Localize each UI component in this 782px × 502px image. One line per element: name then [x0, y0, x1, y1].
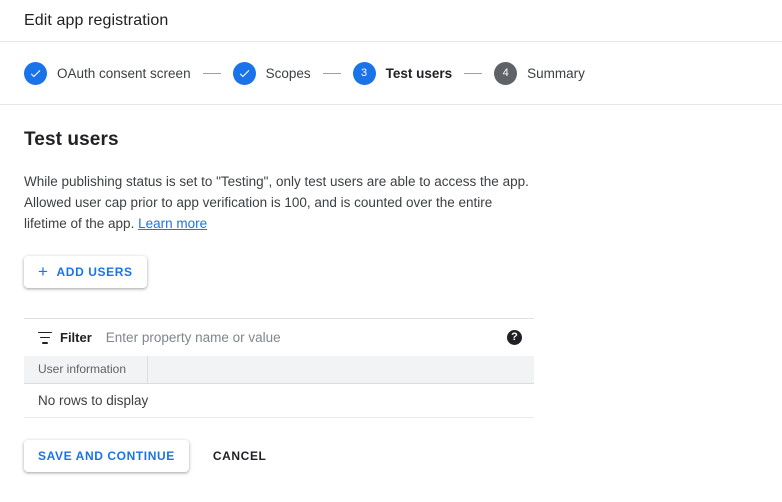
help-circle-icon[interactable]: ?	[507, 330, 522, 345]
stepper-step-summary[interactable]: 4 Summary	[494, 61, 585, 85]
filter-icon[interactable]	[38, 331, 52, 344]
stepper-label-summary: Summary	[527, 65, 585, 81]
empty-state-message: No rows to display	[24, 383, 534, 418]
cancel-button[interactable]: CANCEL	[203, 440, 277, 472]
stepper-label-oauth-consent-screen: OAuth consent screen	[57, 65, 191, 81]
column-header-empty	[147, 356, 534, 384]
section-title: Test users	[24, 129, 119, 150]
check-icon	[232, 61, 256, 85]
learn-more-link[interactable]: Learn more	[138, 216, 207, 231]
stepper-label-test-users: Test users	[385, 65, 453, 81]
add-users-button[interactable]: + ADD USERS	[24, 256, 147, 288]
stepper-step-oauth-consent-screen[interactable]: OAuth consent screen	[24, 61, 191, 85]
filter-bar: Filter ?	[24, 319, 534, 356]
column-header-user-information[interactable]: User information	[24, 356, 148, 384]
page-title: Edit app registration	[24, 11, 169, 29]
filter-label: Filter	[60, 330, 92, 345]
add-users-label: ADD USERS	[56, 265, 133, 279]
save-and-continue-button[interactable]: SAVE AND CONTINUE	[24, 439, 189, 472]
check-icon	[24, 61, 47, 85]
stepper-separator	[322, 72, 341, 74]
test-users-table-card: Filter ? User information No rows to dis…	[24, 318, 534, 418]
main-content: Test users While publishing status is se…	[0, 105, 782, 496]
description-text: While publishing status is set to "Testi…	[24, 174, 529, 231]
table-empty-row: No rows to display	[24, 383, 534, 418]
stepper-separator	[202, 72, 221, 74]
table-header: User information	[24, 356, 534, 384]
footer-actions: SAVE AND CONTINUE CANCEL	[24, 439, 758, 472]
stepper-label-scopes: Scopes	[265, 65, 311, 81]
filter-input[interactable]	[105, 330, 507, 345]
stepper-separator	[464, 72, 483, 74]
table-header-row: User information	[24, 356, 534, 384]
page-header: Edit app registration	[0, 0, 782, 42]
step-number-badge-4: 4	[494, 61, 518, 85]
section-description: While publishing status is set to "Testi…	[24, 171, 536, 234]
plus-icon: +	[38, 261, 49, 281]
wizard-stepper: OAuth consent screen Scopes 3 Test users…	[0, 42, 782, 105]
table-body: No rows to display	[24, 383, 534, 418]
stepper-step-scopes[interactable]: Scopes	[232, 61, 311, 85]
step-number-badge-3: 3	[352, 61, 376, 85]
stepper-step-test-users[interactable]: 3 Test users	[352, 61, 453, 85]
test-users-table: User information No rows to display	[24, 356, 534, 418]
